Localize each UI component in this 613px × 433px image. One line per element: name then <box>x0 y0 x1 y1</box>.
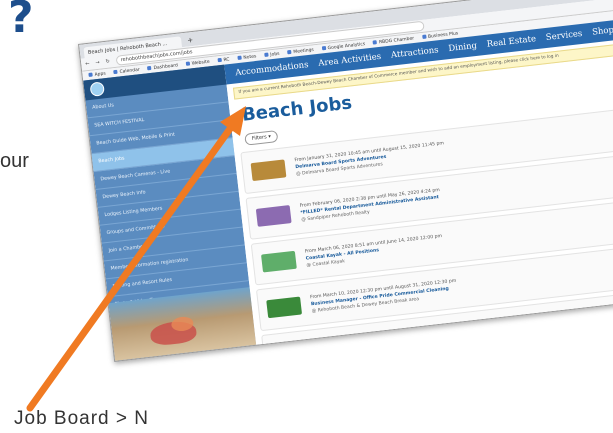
bookmark-icon <box>113 69 118 75</box>
company-logo <box>266 296 303 319</box>
bottom-caption: Job Board > N <box>14 408 149 429</box>
nav-item[interactable]: Dining <box>448 41 478 54</box>
job-details: From February 06, 2020 2:38 pm until May… <box>299 187 441 224</box>
bookmark-icon <box>372 40 378 45</box>
filters-label: Filters <box>251 134 268 142</box>
company-logo <box>250 159 287 182</box>
site-logo[interactable] <box>89 81 105 97</box>
nav-item[interactable]: Shop <box>592 25 613 37</box>
bookmark-icon <box>237 55 242 61</box>
job-details: From January 31, 2020 10:45 am until Aug… <box>294 140 446 178</box>
side-text-fragment: our <box>0 150 29 172</box>
bookmark-icon <box>287 50 292 55</box>
nav-item[interactable]: Accommodations <box>235 60 309 78</box>
filters-dropdown[interactable]: Filters ▾ <box>244 130 279 146</box>
new-tab-button[interactable]: + <box>187 35 194 47</box>
company-logo <box>271 342 308 362</box>
company-logo <box>255 205 292 227</box>
job-list: From January 31, 2020 10:45 am until Aug… <box>240 107 613 362</box>
forward-icon[interactable]: → <box>95 60 100 66</box>
job-date: From March 11, 2020 11:27 am until Novem… <box>315 323 470 346</box>
bookmark-icon <box>321 46 326 51</box>
bookmark-icon <box>264 52 269 58</box>
company-logo <box>261 250 297 273</box>
browser-screenshot: Beach Jobs | Rehoboth Beach ... + ← → ↻ … <box>78 0 613 362</box>
main-content: Accommodations Area Activities Attractions… <box>224 18 613 362</box>
job-details: From March 11, 2020 11:27 am until Novem… <box>315 322 471 360</box>
chevron-down-icon: ▾ <box>268 133 272 141</box>
job-title-link[interactable]: Housekeeping, Laundry, Spa on Sam Rest C… <box>316 329 470 353</box>
bookmark-icon <box>147 66 152 71</box>
back-icon[interactable]: ← <box>85 61 90 67</box>
job-details: From March 06, 2020 8:51 am until June 1… <box>305 233 444 269</box>
bookmark-icon <box>88 72 93 78</box>
reload-icon[interactable]: ↻ <box>105 59 110 65</box>
job-location: @ The Beach House Dewey <box>316 347 381 360</box>
question-mark-heading: ? <box>8 0 34 43</box>
bookmark-icon <box>185 61 190 67</box>
bookmark-icon <box>217 58 222 63</box>
nav-item[interactable]: Services <box>545 29 582 43</box>
bookmark-icon <box>421 34 427 40</box>
nav-item[interactable]: Attractions <box>390 45 439 60</box>
nav-item[interactable]: Real Estate <box>486 34 536 50</box>
nav-item[interactable]: Area Activities <box>318 52 382 69</box>
bookmark-item[interactable]: RC <box>217 57 230 64</box>
job-details: From March 10, 2020 12:30 pm until Augus… <box>310 277 458 315</box>
